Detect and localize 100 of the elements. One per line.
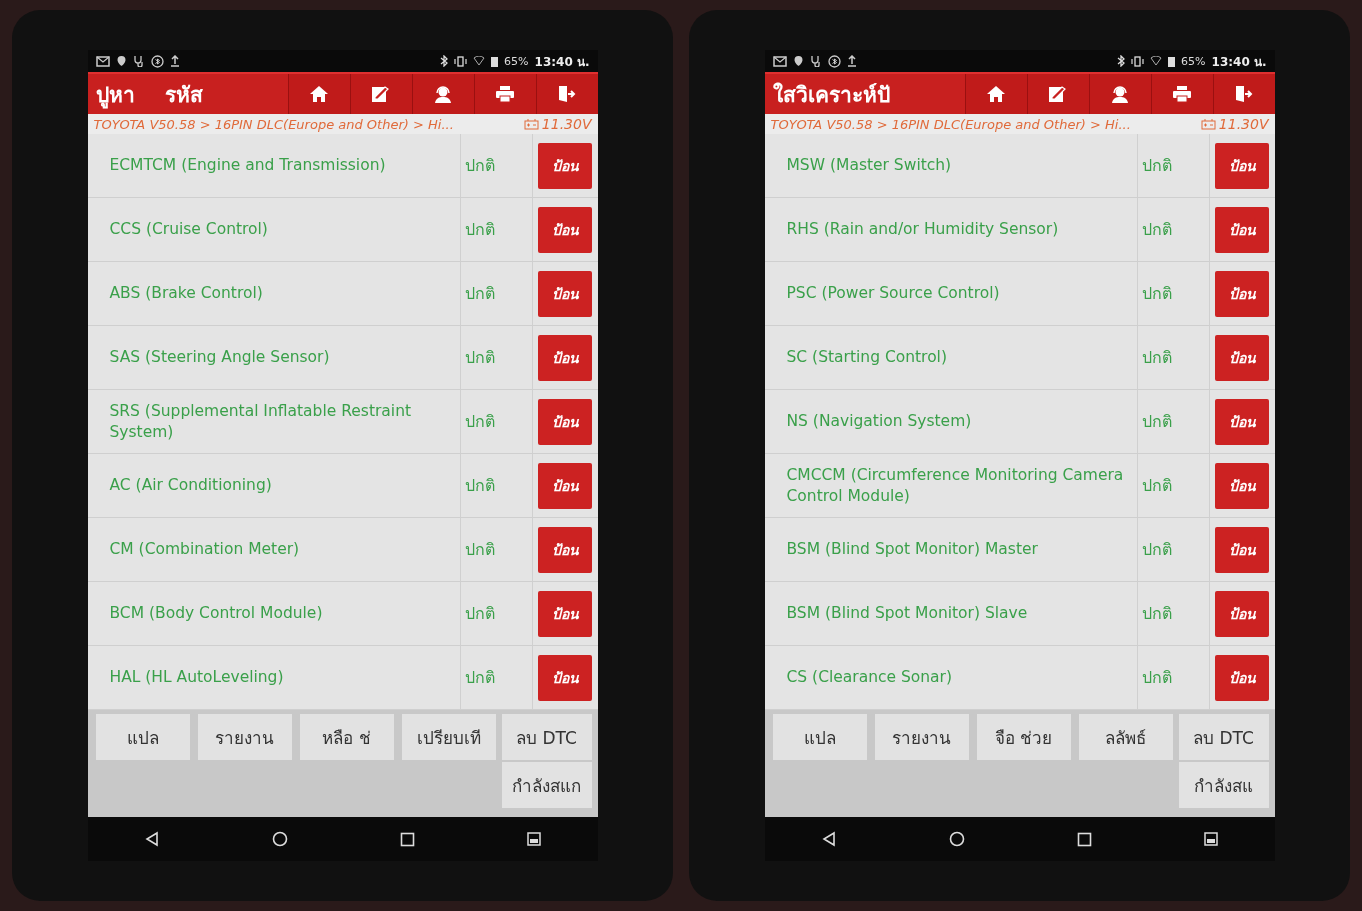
system-status: ปกติ xyxy=(459,198,532,261)
function-button[interactable]: ลบ DTC xyxy=(501,714,592,760)
system-name: CCS (Cruise Control) xyxy=(108,219,269,240)
system-name: SC (Starting Control) xyxy=(785,347,948,368)
function-button[interactable]: เปรียบเที xyxy=(401,714,496,760)
enter-button[interactable]: ป้อน xyxy=(538,398,592,445)
support-button[interactable] xyxy=(1088,74,1151,114)
system-status: ปกติ xyxy=(1136,582,1209,645)
back-icon[interactable] xyxy=(820,831,837,847)
bluetooth-circle-icon xyxy=(827,54,841,68)
battery-percent: 65% xyxy=(1181,54,1206,68)
edit-button[interactable] xyxy=(349,74,412,114)
system-status: ปกติ xyxy=(459,390,532,453)
system-status: ปกติ xyxy=(1136,646,1209,709)
function-button[interactable]: กำลังสแ xyxy=(1178,762,1269,808)
function-button[interactable]: รายงาน xyxy=(197,714,292,760)
enter-button[interactable]: ป้อน xyxy=(538,590,592,637)
breadcrumb-path: TOYOTA V50.58 > 16PIN DLC(Europe and Other) > Hi... xyxy=(770,116,1132,132)
system-name: CS (Clearance Sonar) xyxy=(785,667,954,688)
home-icon xyxy=(986,85,1006,103)
bluetooth-icon xyxy=(440,55,449,67)
voltage-reading: 11.30V xyxy=(541,116,592,132)
exit-button[interactable] xyxy=(1212,74,1275,114)
system-status: ปกติ xyxy=(1136,198,1209,261)
function-button[interactable]: ลลัพธ์ xyxy=(1078,714,1173,760)
enter-button[interactable]: ป้อน xyxy=(1215,334,1269,381)
system-status: ปกติ xyxy=(1136,326,1209,389)
support-button[interactable] xyxy=(411,74,474,114)
enter-button[interactable]: ป้อน xyxy=(538,526,592,573)
stethoscope-icon xyxy=(809,55,822,67)
enter-button[interactable]: ป้อน xyxy=(538,462,592,509)
header-title[interactable]: ปูหา xyxy=(95,77,135,111)
header-title[interactable]: รหัส xyxy=(164,77,203,111)
screenshot-icon[interactable] xyxy=(527,832,542,846)
system-name: BCM (Body Control Module) xyxy=(108,603,324,624)
edit-button[interactable] xyxy=(1026,74,1089,114)
function-button[interactable]: รายงาน xyxy=(874,714,969,760)
enter-button[interactable]: ป้อน xyxy=(1215,206,1269,253)
home-icon xyxy=(309,85,329,103)
print-button[interactable] xyxy=(1150,74,1213,114)
exit-door-icon xyxy=(1234,85,1254,103)
home-button[interactable] xyxy=(964,74,1027,114)
enter-button[interactable]: ป้อน xyxy=(538,206,592,253)
function-button[interactable]: จือ ช่วย xyxy=(976,714,1071,760)
enter-button[interactable]: ป้อน xyxy=(538,142,592,189)
voltage-reading: 11.30V xyxy=(1218,116,1269,132)
system-name: ECMTCM (Engine and Transmission) xyxy=(108,155,387,176)
system-name: PSC (Power Source Control) xyxy=(785,283,1001,304)
enter-button[interactable]: ป้อน xyxy=(1215,142,1269,189)
system-status: ปกติ xyxy=(1136,390,1209,453)
enter-button[interactable]: ป้อน xyxy=(1215,398,1269,445)
print-button[interactable] xyxy=(473,74,536,114)
function-button[interactable]: แปล xyxy=(95,714,190,760)
system-status: ปกติ xyxy=(459,582,532,645)
home-circle-icon[interactable] xyxy=(948,831,965,847)
enter-button[interactable]: ป้อน xyxy=(1215,462,1269,509)
function-button[interactable]: กำลังสแก xyxy=(501,762,592,808)
enter-button[interactable]: ป้อน xyxy=(538,334,592,381)
location-icon xyxy=(792,55,804,67)
vibrate-icon xyxy=(1131,55,1145,67)
screenshot-icon[interactable] xyxy=(1204,832,1219,846)
system-name: CMCCM (Circumference Monitoring Camera Control Module) xyxy=(785,465,1125,506)
function-button[interactable]: หลือ ช่ xyxy=(299,714,394,760)
battery-percent: 65% xyxy=(504,54,529,68)
back-icon[interactable] xyxy=(143,831,160,847)
enter-button[interactable]: ป้อน xyxy=(1215,270,1269,317)
mail-icon xyxy=(95,55,110,67)
exit-button[interactable] xyxy=(535,74,598,114)
system-name: NS (Navigation System) xyxy=(785,411,973,432)
system-status: ปกติ xyxy=(1136,454,1209,517)
recents-square-icon[interactable] xyxy=(1077,831,1093,847)
headset-person-icon xyxy=(433,85,453,103)
recents-square-icon[interactable] xyxy=(400,831,416,847)
system-name: HAL (HL AutoLeveling) xyxy=(108,667,285,688)
header-title[interactable]: ใสวิเคราะห์ปั xyxy=(772,77,890,111)
enter-button[interactable]: ป้อน xyxy=(538,270,592,317)
printer-icon xyxy=(1172,85,1192,103)
edit-icon xyxy=(371,85,391,103)
enter-button[interactable]: ป้อน xyxy=(1215,526,1269,573)
system-name: CM (Combination Meter) xyxy=(108,539,301,560)
clock-time: 13:40 น. xyxy=(1211,53,1267,71)
system-name: BSM (Blind Spot Monitor) Slave xyxy=(785,603,1029,624)
function-button[interactable]: แปล xyxy=(772,714,867,760)
home-circle-icon[interactable] xyxy=(271,831,288,847)
system-status: ปกติ xyxy=(459,646,532,709)
vibrate-icon xyxy=(454,55,468,67)
mail-icon xyxy=(772,55,787,67)
upload-icon xyxy=(846,55,857,67)
system-name: BSM (Blind Spot Monitor) Master xyxy=(785,539,1039,560)
enter-button[interactable]: ป้อน xyxy=(538,654,592,701)
battery-icon xyxy=(1168,55,1176,67)
system-status: ปกติ xyxy=(459,134,532,197)
enter-button[interactable]: ป้อน xyxy=(1215,654,1269,701)
system-status: ปกติ xyxy=(459,262,532,325)
system-name: MSW (Master Switch) xyxy=(785,155,953,176)
home-button[interactable] xyxy=(287,74,350,114)
wifi-icon xyxy=(473,56,486,66)
function-button[interactable]: ลบ DTC xyxy=(1178,714,1269,760)
wifi-icon xyxy=(1150,56,1163,66)
enter-button[interactable]: ป้อน xyxy=(1215,590,1269,637)
